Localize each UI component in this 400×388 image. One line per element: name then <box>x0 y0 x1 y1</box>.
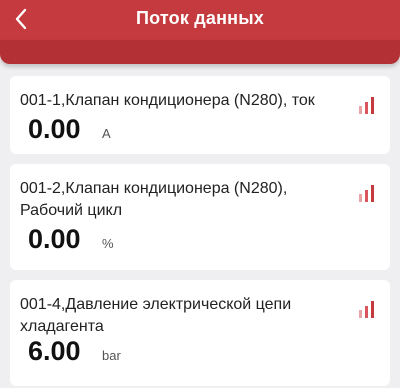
data-item-value: 0.00 <box>28 224 81 254</box>
data-item-unit: A <box>102 126 111 141</box>
page-title: Поток данных <box>135 8 265 28</box>
data-item-name: 001-1,Клапан кондиционера (N280), ток <box>20 92 315 109</box>
data-item-name: 001-2,Клапан кондиционера (N280), Рабочи… <box>20 180 288 219</box>
data-item-value: 6.00 <box>28 336 81 366</box>
data-item-card: 001-2,Клапан кондиционера (N280), Рабочи… <box>10 164 390 270</box>
data-item-unit: % <box>102 236 114 251</box>
data-item-card: 001-1,Клапан кондиционера (N280), ток 0.… <box>10 76 390 154</box>
bar-chart-icon[interactable] <box>356 94 378 116</box>
header-shade <box>0 40 400 64</box>
bar-chart-icon[interactable] <box>356 182 378 204</box>
data-item-card: 001-4,Давление электрической цепи хладаг… <box>10 280 390 386</box>
bar-chart-icon[interactable] <box>356 298 378 320</box>
data-item-value: 0.00 <box>28 114 81 144</box>
app-header: Поток данных <box>0 0 400 40</box>
data-item-unit: bar <box>102 348 121 363</box>
data-item-name: 001-4,Давление электрической цепи хладаг… <box>20 296 292 335</box>
